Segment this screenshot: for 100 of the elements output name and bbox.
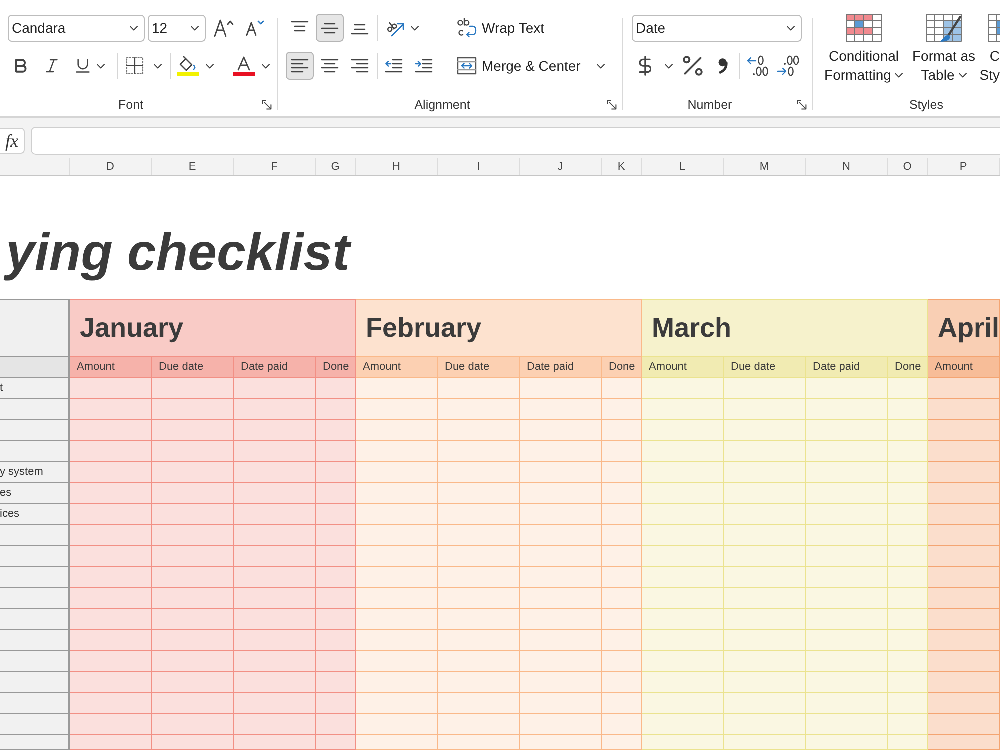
table-cell: [888, 525, 928, 546]
table-cell: [316, 693, 356, 714]
bold-icon[interactable]: [15, 59, 27, 73]
table-cell: [0, 399, 70, 420]
table-cell: [0, 735, 70, 750]
comma-icon[interactable]: [718, 58, 728, 74]
chevron-down-icon[interactable]: [206, 64, 214, 68]
table-cell: [316, 420, 356, 441]
column-header[interactable]: G: [316, 158, 356, 175]
table-cell: [602, 462, 642, 483]
column-header[interactable]: J: [520, 158, 602, 175]
align-left-icon[interactable]: [291, 59, 309, 73]
chevron-down-icon[interactable]: [262, 64, 270, 68]
formula-input[interactable]: [31, 127, 1000, 155]
chevron-down-icon[interactable]: [787, 26, 795, 30]
column-header[interactable]: M: [724, 158, 806, 175]
table-cell: [888, 483, 928, 504]
column-header[interactable]: I: [438, 158, 520, 175]
chevron-down-icon[interactable]: [97, 64, 105, 68]
table-cell: [602, 693, 642, 714]
border-grid-icon[interactable]: [126, 57, 144, 75]
insert-function-button[interactable]: fx: [0, 128, 25, 154]
merge-cells-icon[interactable]: [457, 57, 477, 75]
column-label: Due date: [724, 357, 806, 378]
chevron-down-icon[interactable]: [596, 64, 605, 68]
table-cell: [928, 609, 1000, 630]
align-bottom-icon[interactable]: [351, 24, 369, 35]
chevron-down-icon[interactable]: [665, 64, 673, 68]
column-header[interactable]: D: [70, 158, 152, 175]
column-label: Date paid: [520, 357, 602, 378]
decrease-indent-icon[interactable]: [385, 59, 403, 73]
wrap-text-icon[interactable]: [457, 18, 477, 38]
text-color-icon[interactable]: [233, 56, 255, 76]
align-center-icon[interactable]: [321, 59, 339, 73]
percent-icon[interactable]: [683, 56, 703, 76]
align-right-icon[interactable]: [351, 59, 369, 73]
table-cell: [602, 630, 642, 651]
column-header[interactable]: N: [806, 158, 888, 175]
corner-arrow-icon[interactable]: [797, 100, 807, 110]
table-cell: [928, 630, 1000, 651]
table-cell: [602, 399, 642, 420]
column-label: Amount: [928, 357, 1000, 378]
chevron-down-icon[interactable]: [895, 73, 904, 78]
corner-arrow-icon[interactable]: [262, 100, 272, 110]
column-label: Done: [888, 357, 928, 378]
letter-a-caret-down-icon[interactable]: [246, 20, 264, 36]
column-label: Amount: [642, 357, 724, 378]
increase-indent-icon[interactable]: [415, 59, 433, 73]
column-label: Date paid: [806, 357, 888, 378]
table-cell: [0, 357, 70, 378]
table-cell: [928, 693, 1000, 714]
column-header[interactable]: P: [928, 158, 1000, 175]
corner-arrow-icon[interactable]: [607, 100, 617, 110]
chevron-down-icon[interactable]: [411, 26, 419, 30]
table-cell: [888, 399, 928, 420]
align-middle-icon[interactable]: [321, 22, 339, 34]
table-cell: [0, 630, 70, 651]
column-header[interactable]: H: [356, 158, 438, 175]
month-header: April: [928, 299, 1000, 357]
table-cell: [316, 525, 356, 546]
italic-icon[interactable]: [46, 59, 58, 73]
table-cell: [316, 483, 356, 504]
table-grid-icon: [988, 14, 1000, 42]
table-cell: [888, 504, 928, 525]
chevron-down-icon[interactable]: [191, 26, 199, 30]
letter-a-caret-up-icon[interactable]: [214, 19, 234, 37]
column-header[interactable]: O: [888, 158, 928, 175]
table-cell: [602, 714, 642, 735]
table-cell: [928, 399, 1000, 420]
paint-bucket-icon[interactable]: [177, 56, 199, 76]
cell-styles-button[interactable]: C Sty: [978, 14, 1000, 85]
align-middle-button[interactable]: [316, 14, 344, 42]
merge-center-button[interactable]: Merge & Center: [455, 52, 583, 80]
column-header[interactable]: E: [152, 158, 234, 175]
font-size-dropdown[interactable]: 12: [148, 14, 206, 42]
table-cell: [602, 651, 642, 672]
column-header[interactable]: K: [602, 158, 642, 175]
chevron-down-icon[interactable]: [130, 26, 138, 30]
column-label: Done: [316, 357, 356, 378]
decrease-decimal-icon[interactable]: [777, 55, 799, 77]
group-label: Alignment: [414, 98, 470, 112]
increase-decimal-icon[interactable]: [747, 55, 769, 77]
table-cell: [316, 378, 356, 399]
chevron-down-icon[interactable]: [154, 64, 162, 68]
table-cell: [928, 672, 1000, 693]
column-label: Amount: [70, 357, 152, 378]
align-top-icon[interactable]: [291, 21, 309, 32]
wrap-text-button[interactable]: Wrap Text: [455, 14, 547, 42]
underline-icon[interactable]: [76, 59, 90, 73]
conditional-formatting-button[interactable]: Conditional Formatting: [818, 14, 910, 85]
number-format-dropdown[interactable]: Date: [632, 14, 802, 42]
align-left-button[interactable]: [286, 52, 314, 80]
column-label: Date paid: [234, 357, 316, 378]
table-cell: [888, 735, 928, 750]
column-header[interactable]: L: [642, 158, 724, 175]
font-name-dropdown[interactable]: Candara: [8, 14, 145, 42]
chevron-down-icon[interactable]: [958, 73, 967, 78]
column-header[interactable]: F: [234, 158, 316, 175]
format-as-table-button[interactable]: Format as Table: [912, 14, 976, 85]
dollar-icon[interactable]: [639, 56, 651, 76]
